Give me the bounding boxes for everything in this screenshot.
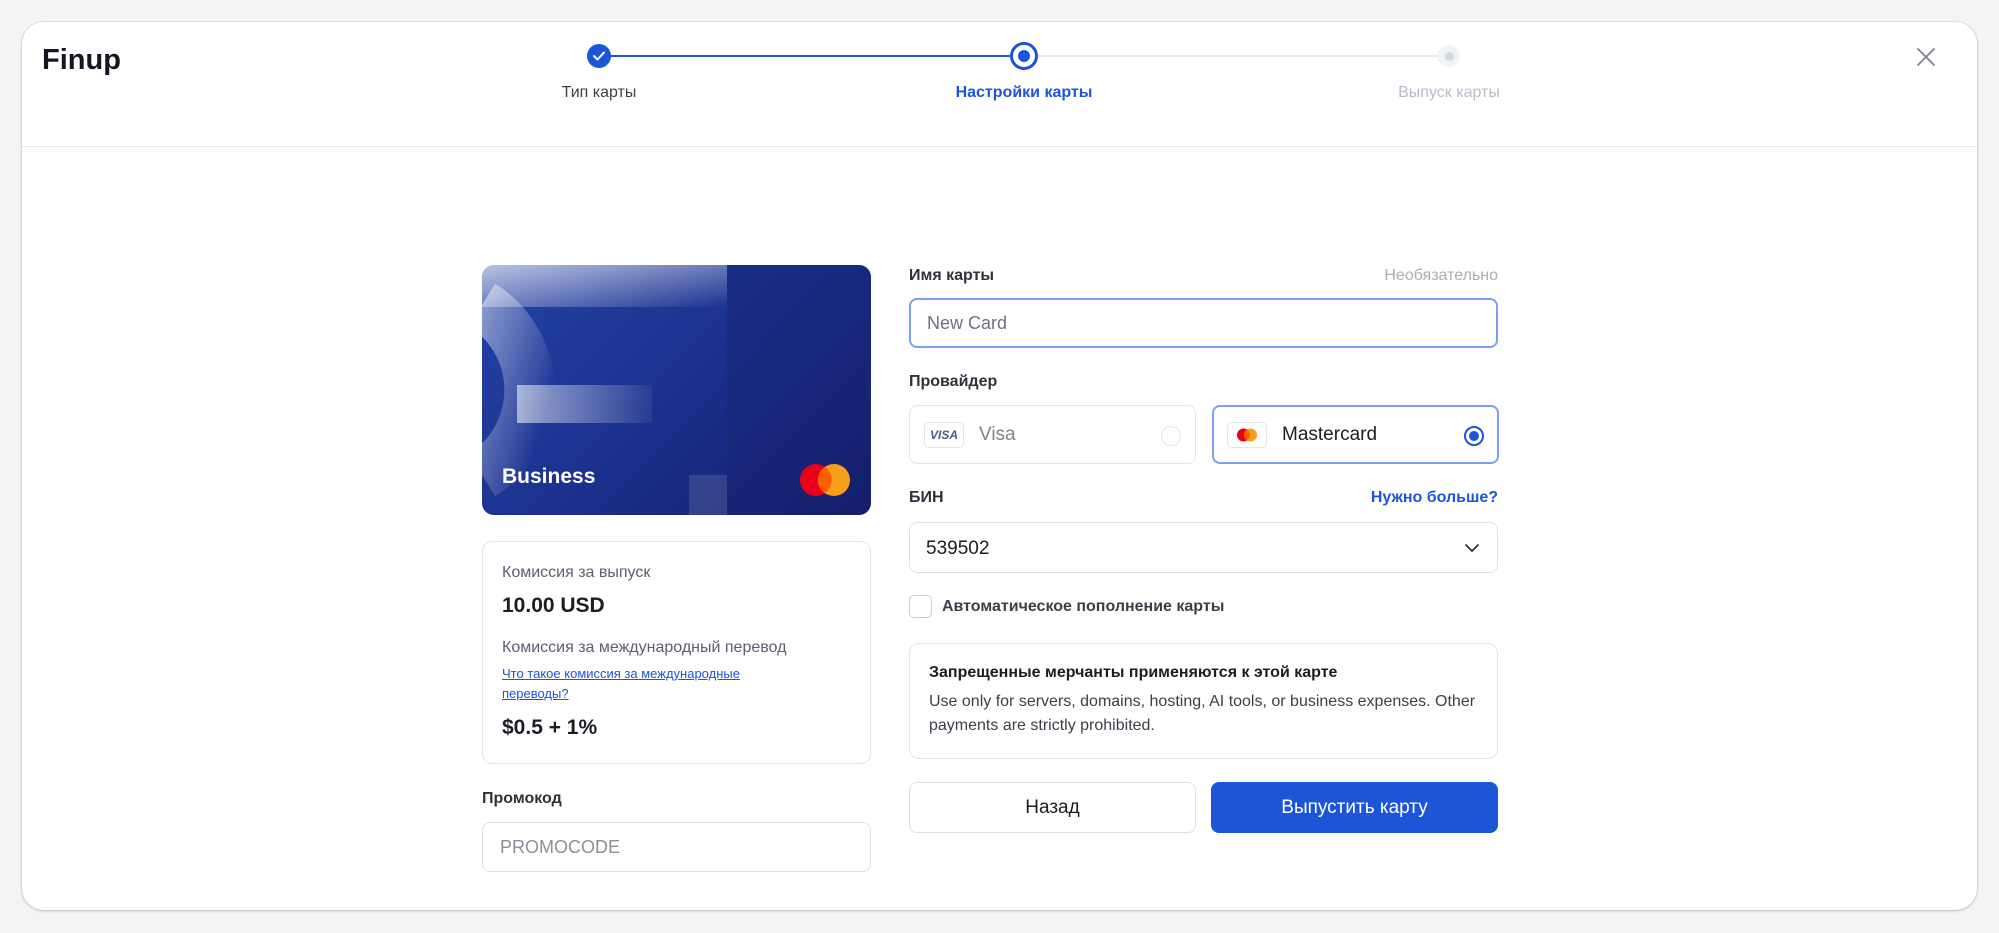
close-icon — [1917, 48, 1935, 66]
step-2-active-icon — [1010, 42, 1038, 70]
intl-fee-help-link[interactable]: Что такое комиссия за международные пере… — [502, 664, 802, 704]
bin-selected-value: 539502 — [926, 538, 990, 559]
provider-radio-mastercard[interactable] — [1464, 426, 1484, 446]
step-label-card-issue: Выпуск карты — [1398, 84, 1500, 101]
stepper-progress-done — [601, 55, 1016, 57]
visa-icon: VISA — [924, 422, 964, 448]
bin-label: БИН — [909, 489, 944, 506]
card-name: Business — [502, 465, 596, 488]
step-1-check-icon — [587, 44, 611, 68]
auto-topup-label: Автоматическое пополнение карты — [942, 598, 1225, 615]
chevron-down-icon — [1465, 544, 1479, 552]
prohibited-merchants-notice: Запрещенные мерчанты применяются к этой … — [909, 643, 1498, 759]
provider-name-visa: Visa — [979, 424, 1016, 445]
promo-input[interactable] — [482, 822, 871, 872]
back-button[interactable]: Назад — [909, 782, 1196, 833]
intl-fee-label: Комиссия за международный перевод — [502, 639, 787, 656]
card-name-optional-hint: Необязательно — [1384, 267, 1498, 284]
issue-fee-value: 10.00 USD — [502, 594, 605, 617]
notice-title: Запрещенные мерчанты применяются к этой … — [929, 664, 1338, 681]
mastercard-small-icon — [1227, 422, 1267, 448]
finup-logo[interactable]: Finup — [42, 43, 152, 77]
stepper-progress-remaining — [1027, 55, 1453, 57]
intl-fee-value: $0.5 + 1% — [502, 716, 598, 739]
provider-label: Провайдер — [909, 373, 998, 390]
issue-fee-label: Комиссия за выпуск — [502, 564, 651, 581]
issue-card-button[interactable]: Выпустить карту — [1211, 782, 1498, 833]
provider-option-visa[interactable]: VISA Visa — [909, 405, 1196, 464]
header: Finup Тип карты Настройки карты Выпуск к… — [22, 22, 1977, 147]
step-label-card-settings: Настройки карты — [955, 84, 1093, 101]
logo-text: Finup — [42, 44, 121, 76]
card-name-label: Имя карты — [909, 267, 995, 284]
card-settings-window: Finup Тип карты Настройки карты Выпуск к… — [22, 22, 1977, 910]
notice-text: Use only for servers, domains, hosting, … — [929, 693, 1476, 734]
step-3-pending-icon — [1438, 45, 1460, 67]
mastercard-icon — [798, 463, 852, 497]
provider-radio-visa[interactable] — [1161, 426, 1181, 446]
auto-topup-checkbox[interactable] — [909, 595, 932, 618]
step-label-card-type: Тип карты — [561, 84, 637, 101]
fees-panel: Комиссия за выпуск 10.00 USD Комиссия за… — [482, 541, 871, 764]
bin-need-more-link[interactable]: Нужно больше? — [1272, 489, 1498, 507]
close-button[interactable] — [1913, 44, 1939, 70]
provider-option-mastercard[interactable]: Mastercard — [1212, 405, 1499, 464]
card-preview: Business — [482, 265, 871, 515]
provider-name-mastercard: Mastercard — [1282, 424, 1378, 445]
promo-label: Промокод — [482, 790, 562, 807]
bin-select[interactable]: 539502 — [909, 522, 1498, 573]
card-name-input[interactable] — [909, 298, 1498, 348]
